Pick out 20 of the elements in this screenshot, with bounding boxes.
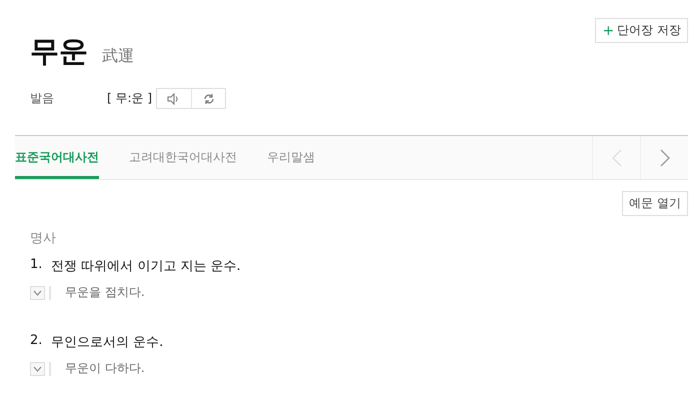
save-to-wordbook-button[interactable]: + 단어장 저장	[595, 18, 688, 43]
pronunciation-text: [ 무:운 ]	[107, 90, 152, 107]
pronunciation-label: 발음	[30, 90, 55, 107]
open-examples-button[interactable]: 예문 열기	[622, 191, 688, 216]
sense-number: 1.	[30, 257, 44, 274]
example-sentence: 무운이 다하다.	[65, 360, 145, 377]
sense-number: 2.	[30, 333, 44, 350]
definition-text: 무인으로서의 운수.	[51, 334, 164, 351]
chevron-icon	[33, 366, 42, 372]
example-sentence: 무운을 점치다.	[65, 284, 145, 301]
hanja-text: 武運	[102, 46, 134, 67]
part-of-speech: 명사	[29, 230, 57, 247]
dictionary-tab[interactable]: 표준국어대사전	[15, 136, 99, 179]
expand-toggle[interactable]	[30, 286, 45, 300]
definition-text: 전쟁 따위에서 이기고 지는 운수.	[51, 258, 241, 275]
dictionary-tab[interactable]: 고려대한국어대사전	[129, 136, 237, 179]
chevron-icon	[33, 290, 42, 296]
dictionary-tab[interactable]: 우리말샘	[267, 136, 315, 179]
expand-toggle[interactable]	[30, 362, 45, 376]
headword: 무운	[30, 33, 88, 70]
